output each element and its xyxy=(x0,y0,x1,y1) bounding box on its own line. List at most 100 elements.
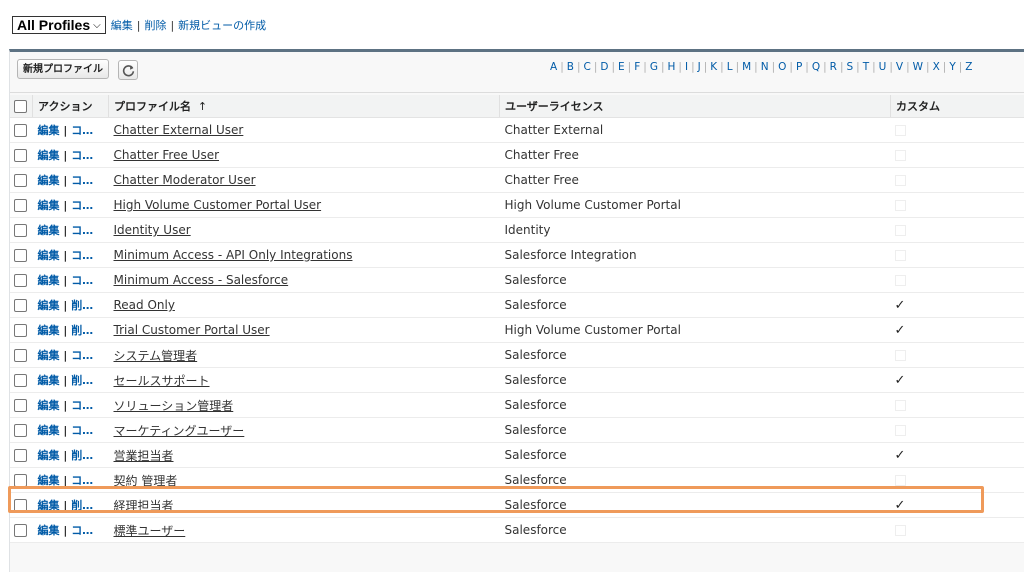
alphabet-link-x[interactable]: X xyxy=(930,61,943,73)
alphabet-link-z[interactable]: Z xyxy=(962,61,975,73)
edit-link[interactable]: 編集 xyxy=(38,424,60,437)
alphabet-link-o[interactable]: O xyxy=(775,61,789,73)
profile-name-link[interactable]: 標準ユーザー xyxy=(114,524,186,538)
profile-name-link[interactable]: 契約 管理者 xyxy=(114,474,178,488)
secondary-action-link[interactable]: コ… xyxy=(71,149,93,162)
alphabet-link-w[interactable]: W xyxy=(910,61,926,73)
profile-name-link[interactable]: システム管理者 xyxy=(114,349,198,363)
alphabet-link-v[interactable]: V xyxy=(893,61,906,73)
alphabet-link-m[interactable]: M xyxy=(739,61,754,73)
profile-name-link[interactable]: Chatter Moderator User xyxy=(114,173,256,187)
secondary-action-link[interactable]: 削… xyxy=(71,324,93,337)
alphabet-link-y[interactable]: Y xyxy=(946,61,958,73)
profile-name-link[interactable]: Minimum Access - Salesforce xyxy=(114,273,289,287)
row-checkbox[interactable] xyxy=(14,399,27,412)
alphabet-link-u[interactable]: U xyxy=(876,61,890,73)
profile-name-link[interactable]: Read Only xyxy=(114,298,175,312)
edit-link[interactable]: 編集 xyxy=(38,324,60,337)
secondary-action-link[interactable]: コ… xyxy=(71,224,93,237)
secondary-action-link[interactable]: コ… xyxy=(71,424,93,437)
row-checkbox[interactable] xyxy=(14,424,27,437)
alphabet-link-k[interactable]: K xyxy=(707,61,720,73)
secondary-action-link[interactable]: コ… xyxy=(71,349,93,362)
row-checkbox[interactable] xyxy=(14,374,27,387)
row-checkbox[interactable] xyxy=(14,124,27,137)
edit-link[interactable]: 編集 xyxy=(38,524,60,537)
row-checkbox[interactable] xyxy=(14,499,27,512)
profile-name-link[interactable]: Chatter Free User xyxy=(114,148,220,162)
refresh-button[interactable] xyxy=(118,60,138,80)
edit-link[interactable]: 編集 xyxy=(38,399,60,412)
row-checkbox[interactable] xyxy=(14,299,27,312)
edit-link[interactable]: 編集 xyxy=(38,224,60,237)
row-checkbox[interactable] xyxy=(14,174,27,187)
alphabet-link-c[interactable]: C xyxy=(581,61,594,73)
alphabet-link-s[interactable]: S xyxy=(843,61,856,73)
alphabet-link-j[interactable]: J xyxy=(695,61,704,73)
row-checkbox[interactable] xyxy=(14,349,27,362)
row-checkbox[interactable] xyxy=(14,249,27,262)
alphabet-link-e[interactable]: E xyxy=(615,61,628,73)
profile-name-link[interactable]: High Volume Customer Portal User xyxy=(114,198,322,212)
new-profile-button[interactable]: 新規プロファイル xyxy=(17,59,109,79)
alphabet-link-a[interactable]: A xyxy=(547,61,560,73)
secondary-action-link[interactable]: 削… xyxy=(71,374,93,387)
profile-name-link[interactable]: Identity User xyxy=(114,223,191,237)
secondary-action-link[interactable]: コ… xyxy=(71,524,93,537)
edit-link[interactable]: 編集 xyxy=(38,249,60,262)
secondary-action-link[interactable]: コ… xyxy=(71,249,93,262)
edit-link[interactable]: 編集 xyxy=(38,124,60,137)
select-all-checkbox[interactable] xyxy=(14,100,27,113)
row-checkbox[interactable] xyxy=(14,149,27,162)
secondary-action-link[interactable]: 削… xyxy=(71,499,93,512)
row-checkbox[interactable] xyxy=(14,324,27,337)
profile-name-column-header[interactable]: プロファイル名 ↑ xyxy=(109,95,500,118)
profile-name-link[interactable]: Minimum Access - API Only Integrations xyxy=(114,248,353,262)
profile-name-link[interactable]: 経理担当者 xyxy=(114,499,174,513)
alphabet-link-i[interactable]: I xyxy=(682,61,691,73)
secondary-action-link[interactable]: コ… xyxy=(71,174,93,187)
secondary-action-link[interactable]: 削… xyxy=(71,449,93,462)
create-view-link[interactable]: 新規ビューの作成 xyxy=(178,17,266,33)
alphabet-link-f[interactable]: F xyxy=(631,61,643,73)
alphabet-link-h[interactable]: H xyxy=(665,61,679,73)
alphabet-link-b[interactable]: B xyxy=(564,61,577,73)
alphabet-link-t[interactable]: T xyxy=(860,61,872,73)
secondary-action-link[interactable]: 削… xyxy=(71,299,93,312)
alphabet-link-g[interactable]: G xyxy=(647,61,661,73)
edit-link[interactable]: 編集 xyxy=(38,349,60,362)
profile-name-link[interactable]: Trial Customer Portal User xyxy=(114,323,270,337)
profile-name-link[interactable]: 営業担当者 xyxy=(114,449,174,463)
alphabet-link-q[interactable]: Q xyxy=(809,61,823,73)
view-select[interactable]: All Profiles ⌵ xyxy=(12,16,106,34)
row-checkbox[interactable] xyxy=(14,224,27,237)
edit-link[interactable]: 編集 xyxy=(38,474,60,487)
profile-name-link[interactable]: マーケティングユーザー xyxy=(114,424,245,438)
secondary-action-link[interactable]: コ… xyxy=(71,399,93,412)
secondary-action-link[interactable]: コ… xyxy=(71,274,93,287)
profile-name-link[interactable]: Chatter External User xyxy=(114,123,244,137)
secondary-action-link[interactable]: コ… xyxy=(71,124,93,137)
delete-view-link[interactable]: 削除 xyxy=(144,17,166,33)
custom-column-header[interactable]: カスタム xyxy=(891,95,1024,118)
row-checkbox[interactable] xyxy=(14,274,27,287)
profile-name-link[interactable]: セールスサポート xyxy=(114,374,210,388)
edit-link[interactable]: 編集 xyxy=(38,149,60,162)
edit-link[interactable]: 編集 xyxy=(38,174,60,187)
license-column-header[interactable]: ユーザーライセンス xyxy=(500,95,891,118)
edit-link[interactable]: 編集 xyxy=(38,499,60,512)
alphabet-link-n[interactable]: N xyxy=(758,61,772,73)
edit-link[interactable]: 編集 xyxy=(38,449,60,462)
row-checkbox[interactable] xyxy=(14,449,27,462)
alphabet-link-r[interactable]: R xyxy=(827,61,840,73)
alphabet-link-p[interactable]: P xyxy=(793,61,805,73)
row-checkbox[interactable] xyxy=(14,524,27,537)
secondary-action-link[interactable]: コ… xyxy=(71,199,93,212)
profile-name-link[interactable]: ソリューション管理者 xyxy=(114,399,234,413)
edit-link[interactable]: 編集 xyxy=(38,374,60,387)
row-checkbox[interactable] xyxy=(14,474,27,487)
alphabet-link-d[interactable]: D xyxy=(597,61,611,73)
edit-link[interactable]: 編集 xyxy=(38,274,60,287)
edit-view-link[interactable]: 編集 xyxy=(111,17,133,33)
secondary-action-link[interactable]: コ… xyxy=(71,474,93,487)
